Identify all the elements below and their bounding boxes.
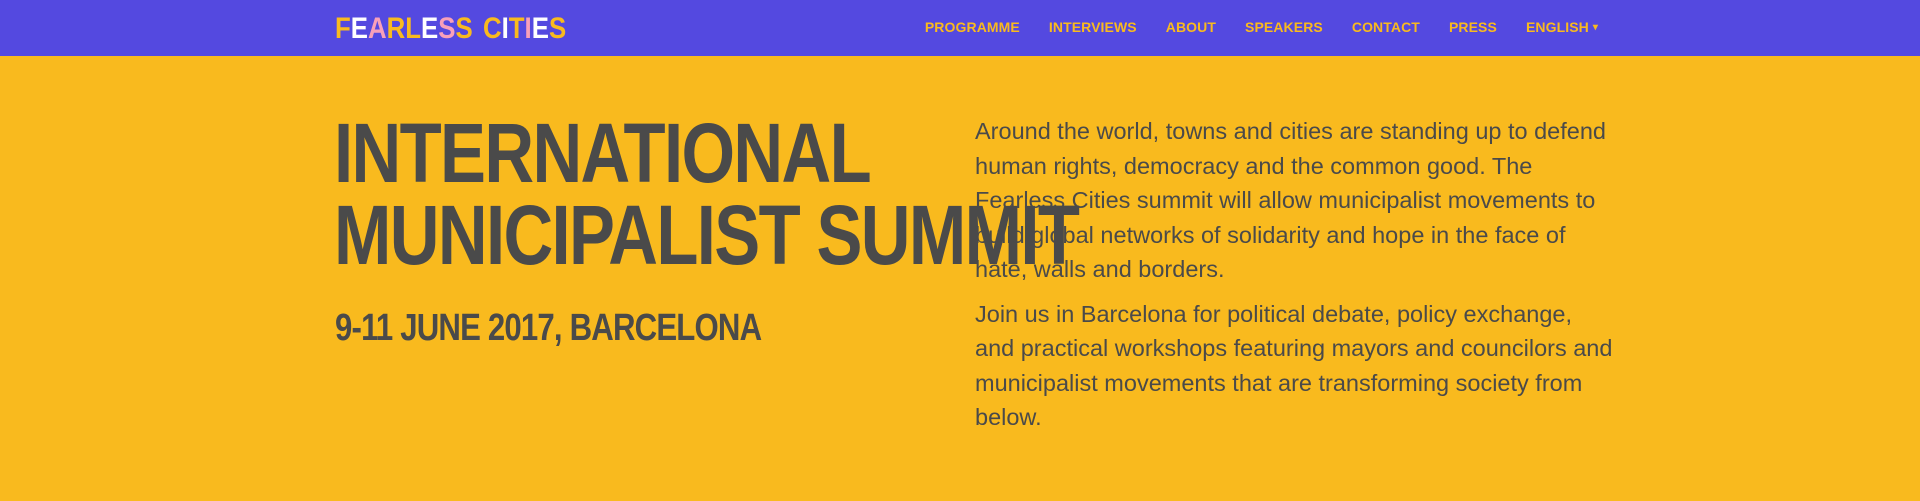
logo-letter: I xyxy=(501,12,509,45)
nav-item: SPEAKERS xyxy=(1245,19,1323,37)
nav-interviews-link[interactable]: INTERVIEWS xyxy=(1049,19,1137,35)
nav-item: ABOUT xyxy=(1166,19,1216,37)
description-paragraph-1: Around the world, towns and cities are s… xyxy=(975,118,1606,282)
description-paragraph-2: Join us in Barcelona for political debat… xyxy=(975,300,1613,431)
page-title: INTERNATIONAL MUNICIPALIST SUMMIT xyxy=(334,106,1080,282)
nav-item: INTERVIEWS xyxy=(1049,19,1137,37)
logo-letter: I xyxy=(524,12,532,45)
nav-item: PROGRAMME xyxy=(925,19,1020,37)
logo-letter: E xyxy=(350,12,368,45)
fearless-cities-logo[interactable]: FEARLESS CITIES xyxy=(335,14,566,44)
nav-item: CONTACT xyxy=(1352,19,1420,37)
logo-letter: E xyxy=(421,12,439,45)
nav-about-link[interactable]: ABOUT xyxy=(1166,19,1216,35)
nav-speakers-link[interactable]: SPEAKERS xyxy=(1245,19,1323,35)
logo-letter: S xyxy=(455,12,473,45)
logo-letter: R xyxy=(386,12,406,45)
logo-letter: L xyxy=(405,12,422,45)
language-label: ENGLISH xyxy=(1525,19,1589,35)
caret-down-icon: ▾ xyxy=(1592,21,1598,33)
logo-letter: T xyxy=(508,12,525,45)
top-navbar: FEARLESS CITIES PROGRAMME INTERVIEWS ABOUT… xyxy=(0,0,1920,56)
logo-letter: C xyxy=(482,12,502,45)
nav-programme-link[interactable]: PROGRAMME xyxy=(925,19,1020,35)
nav-press-link[interactable]: PRESS xyxy=(1449,19,1497,35)
logo-letter: S xyxy=(438,12,456,45)
main-navigation: PROGRAMME INTERVIEWS ABOUT SPEAKERS CONTACT P… xyxy=(896,0,1598,56)
nav-item: PRESS xyxy=(1449,19,1497,37)
logo-letter: E xyxy=(531,12,549,45)
summit-description: Around the world, towns and cities are s… xyxy=(975,114,1615,435)
nav-contact-link[interactable]: CONTACT xyxy=(1352,19,1420,35)
page-title-line-2: MUNICIPALIST SUMMIT xyxy=(334,188,1080,282)
logo-letter: A xyxy=(367,12,387,45)
logo-letter: S xyxy=(548,12,567,45)
language-selector[interactable]: ENGLISH ▾ xyxy=(1526,19,1598,35)
page-title-line-1: INTERNATIONAL xyxy=(334,106,872,200)
nav-item: ENGLISH ▾ xyxy=(1526,19,1598,37)
logo-letter: F xyxy=(335,12,351,45)
event-dates: 9-11 JUNE 2017, BARCELONA xyxy=(335,307,762,349)
